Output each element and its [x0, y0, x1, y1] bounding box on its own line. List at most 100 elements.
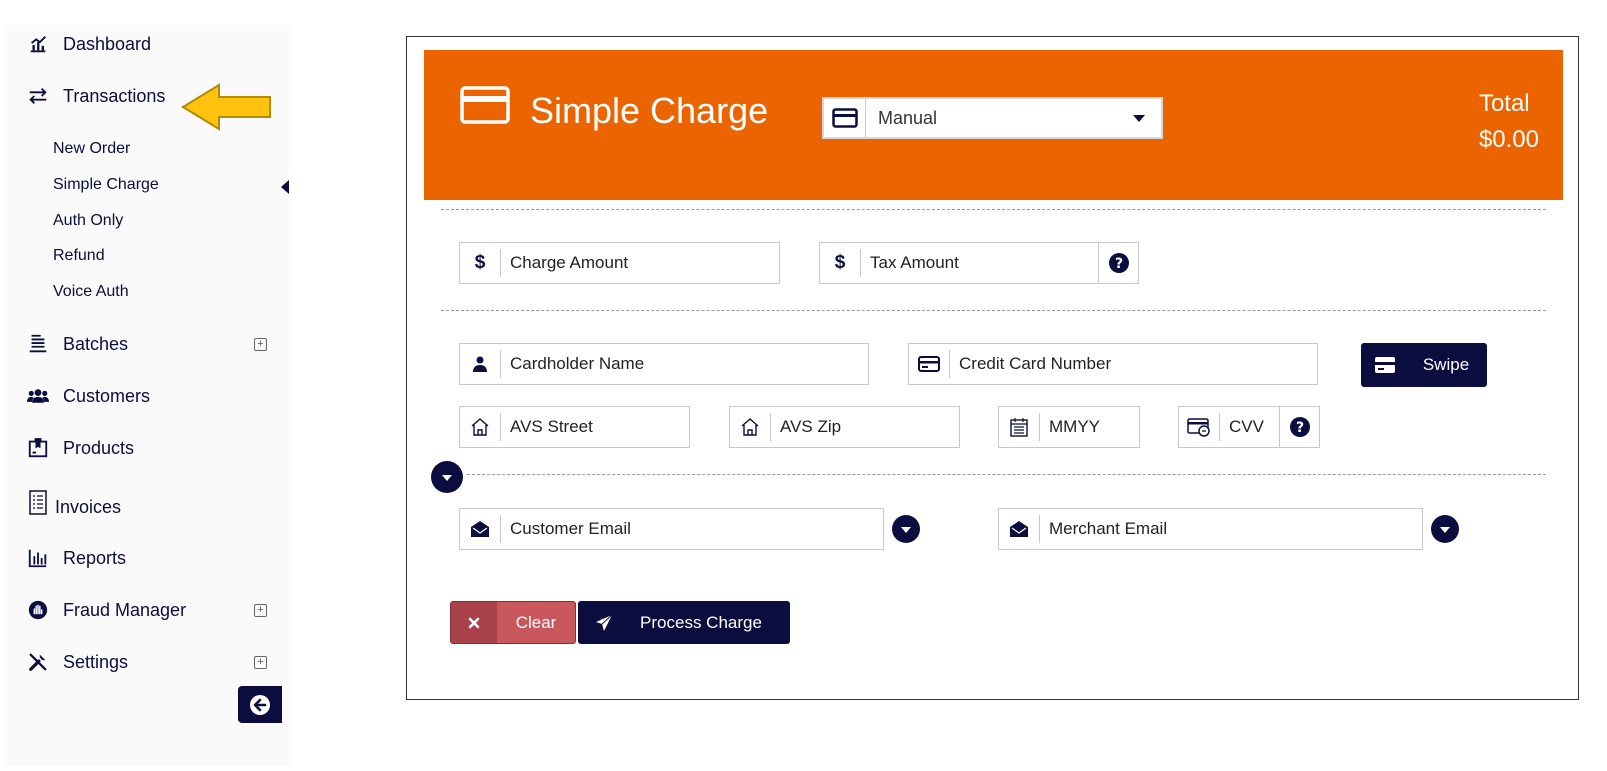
avs-street-placeholder: AVS Street	[510, 417, 593, 436]
list-icon	[25, 331, 51, 357]
user-icon	[460, 344, 500, 384]
page: Dashboard Transactions New Order Simple …	[0, 0, 1607, 771]
expand-batches-icon[interactable]: +	[254, 338, 267, 351]
credit-card-number-field[interactable]: Credit Card Number	[908, 343, 1318, 385]
nav-batches[interactable]: Batches	[25, 331, 128, 357]
expiry-mmyy-field[interactable]: MMYY	[998, 406, 1140, 448]
card-security-icon	[1179, 407, 1219, 447]
avs-street-field[interactable]: AVS Street	[459, 406, 690, 448]
tax-amount-field[interactable]: $ Tax Amount ?	[819, 242, 1139, 284]
total-label: Total	[1478, 90, 1530, 117]
expand-more-fields-button[interactable]	[431, 461, 463, 493]
cvv-field[interactable]: CVV ?	[1178, 406, 1320, 448]
users-icon	[25, 383, 51, 409]
box-icon	[25, 435, 51, 461]
paper-plane-icon	[578, 614, 630, 632]
chevron-down-icon	[1133, 114, 1145, 122]
nav-dashboard-label: Dashboard	[63, 33, 152, 54]
simple-charge-panel: Simple Charge Manual Total $0.00 $ Charg…	[406, 36, 1579, 700]
avs-zip-field[interactable]: AVS Zip	[729, 406, 960, 448]
process-charge-button[interactable]: Process Charge	[578, 601, 790, 644]
close-icon	[451, 602, 497, 643]
nav-products[interactable]: Products	[25, 435, 134, 461]
charge-amount-field[interactable]: $ Charge Amount	[459, 242, 780, 284]
home-icon	[730, 407, 770, 447]
credit-card-number-placeholder: Credit Card Number	[959, 354, 1112, 373]
bar-chart-icon	[25, 545, 51, 571]
expand-settings-icon[interactable]: +	[254, 656, 267, 669]
avs-zip-placeholder: AVS Zip	[780, 417, 842, 436]
cvv-placeholder: CVV	[1229, 417, 1264, 436]
document-icon	[25, 488, 51, 518]
collapse-sidebar-button[interactable]	[238, 686, 282, 723]
credit-card-icon	[460, 86, 510, 129]
exchange-icon	[25, 83, 51, 109]
page-title: Simple Charge	[530, 90, 769, 131]
charge-amount-placeholder: Charge Amount	[510, 253, 629, 272]
swipe-button[interactable]: Swipe	[1361, 343, 1487, 387]
expiry-mmyy-placeholder: MMYY	[1049, 417, 1100, 436]
nav-transactions[interactable]: Transactions	[25, 83, 165, 109]
tools-icon	[25, 649, 51, 675]
back-arrow-icon	[250, 694, 270, 715]
divider	[467, 474, 1546, 475]
chart-line-icon	[25, 31, 51, 57]
customer-email-field[interactable]: Customer Email	[459, 508, 884, 550]
hand-shield-icon	[25, 597, 51, 623]
active-item-caret-icon	[281, 180, 289, 194]
home-icon	[460, 407, 500, 447]
clear-label: Clear	[515, 612, 557, 632]
cardholder-name-placeholder: Cardholder Name	[510, 354, 645, 373]
nav-transactions-label: Transactions	[63, 85, 166, 106]
process-charge-label: Process Charge	[640, 612, 762, 632]
sub-item-simple-charge[interactable]: Simple Charge	[53, 176, 159, 194]
divider	[441, 209, 1546, 210]
callout-arrow-icon	[181, 82, 273, 137]
envelope-open-icon	[999, 509, 1039, 549]
nav-invoices-label: Invoices	[55, 497, 122, 517]
tax-help-icon[interactable]: ?	[1098, 243, 1138, 283]
chevron-down-icon	[901, 527, 911, 533]
sub-item-auth-only[interactable]: Auth Only	[53, 212, 123, 230]
merchant-email-options-button[interactable]	[1431, 515, 1459, 543]
chevron-down-icon	[442, 475, 452, 481]
cvv-help-icon[interactable]: ?	[1279, 407, 1319, 447]
svg-text:?: ?	[1295, 420, 1303, 436]
nav-products-label: Products	[63, 437, 135, 458]
entry-mode-select[interactable]: Manual	[822, 97, 1163, 139]
nav-invoices[interactable]: Invoices	[25, 487, 121, 518]
entry-mode-value: Manual	[878, 107, 938, 128]
svg-text:?: ?	[1114, 256, 1122, 272]
dollar-icon: $	[474, 252, 486, 273]
nav-batches-label: Batches	[63, 333, 129, 354]
sidebar: Dashboard Transactions New Order Simple …	[7, 25, 289, 766]
cardholder-name-field[interactable]: Cardholder Name	[459, 343, 869, 385]
credit-card-icon	[909, 344, 949, 384]
merchant-email-placeholder: Merchant Email	[1049, 519, 1168, 538]
customer-email-placeholder: Customer Email	[510, 519, 631, 538]
nav-settings[interactable]: Settings	[25, 649, 128, 675]
expand-fraud-manager-icon[interactable]: +	[254, 604, 267, 617]
nav-fraud-manager-label: Fraud Manager	[63, 599, 187, 620]
clear-button[interactable]: Clear	[450, 601, 576, 644]
sub-item-new-order[interactable]: New Order	[53, 140, 130, 158]
nav-fraud-manager[interactable]: Fraud Manager	[25, 597, 186, 623]
nav-reports[interactable]: Reports	[25, 545, 126, 571]
nav-dashboard[interactable]: Dashboard	[25, 31, 151, 57]
calendar-icon	[999, 407, 1039, 447]
tax-amount-placeholder: Tax Amount	[870, 253, 959, 272]
nav-customers-label: Customers	[63, 385, 151, 406]
customer-email-options-button[interactable]	[892, 515, 920, 543]
credit-card-icon	[1361, 357, 1409, 373]
divider	[441, 310, 1546, 311]
nav-reports-label: Reports	[63, 547, 127, 568]
nav-customers[interactable]: Customers	[25, 383, 150, 409]
total-display: Total $0.00	[1479, 86, 1539, 158]
chevron-down-icon	[1440, 527, 1450, 533]
total-value: $0.00	[1478, 126, 1539, 153]
nav-settings-label: Settings	[63, 651, 129, 672]
sub-item-voice-auth[interactable]: Voice Auth	[53, 283, 129, 301]
merchant-email-field[interactable]: Merchant Email	[998, 508, 1423, 550]
charge-header: Simple Charge Manual Total $0.00	[424, 50, 1563, 200]
sub-item-refund[interactable]: Refund	[53, 247, 105, 265]
